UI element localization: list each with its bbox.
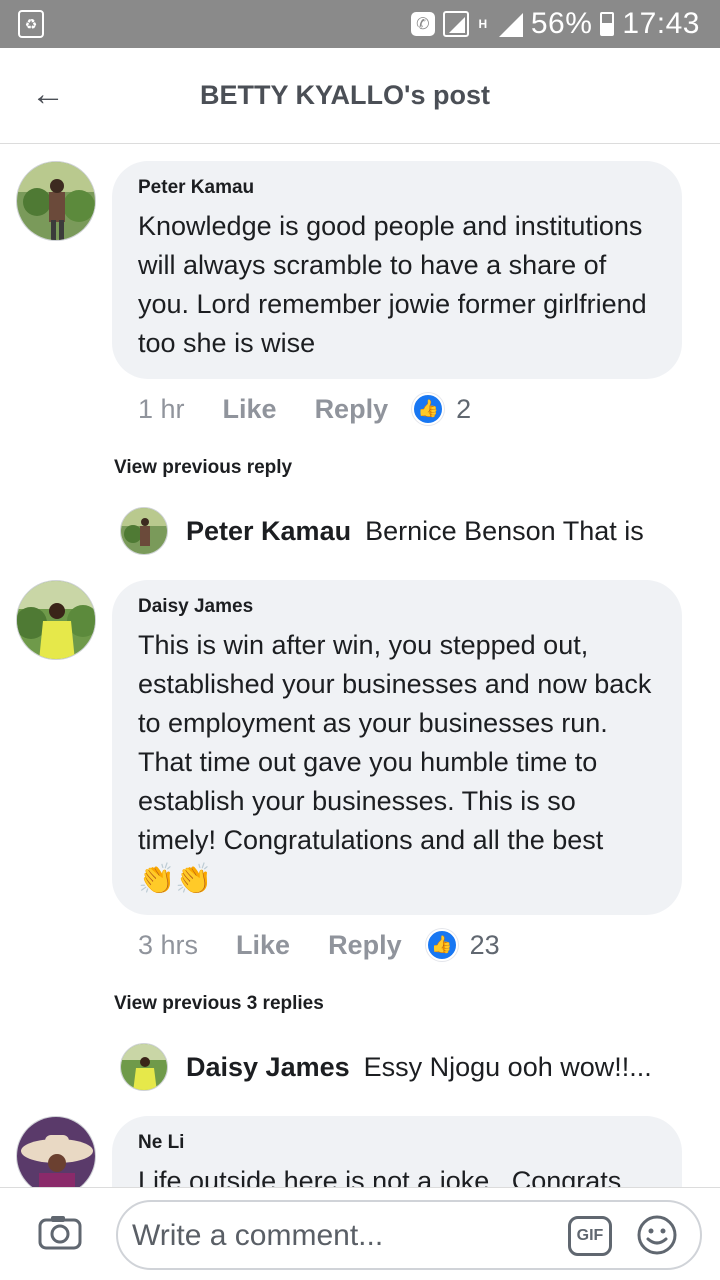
comment-bubble[interactable]: Ne Li Life outside here is not a joke . … [112, 1116, 682, 1187]
reply-author[interactable]: Peter Kamau [186, 516, 351, 547]
comment-input-container[interactable]: GIF [116, 1200, 702, 1270]
back-arrow-icon[interactable]: ← [28, 74, 68, 114]
clapping-hands-icon: 👏👏 [138, 863, 213, 896]
clock: 17:43 [622, 7, 700, 40]
avatar[interactable] [16, 161, 96, 241]
comment-actions: 1 hr Like Reply 👍 2 [138, 393, 471, 425]
reply-preview[interactable]: Peter Kamau Bernice Benson That is [120, 507, 644, 555]
comment-composer: GIF [0, 1187, 720, 1280]
emoji-icon[interactable] [636, 1214, 678, 1256]
comment-author[interactable]: Daisy James [138, 596, 656, 618]
status-icons: ✆ H 56% 17:43 [410, 0, 700, 48]
post-header: ← BETTY KYALLO's post [0, 48, 720, 144]
thumbs-up-icon[interactable]: 👍 [412, 393, 445, 425]
like-button[interactable]: Like [236, 930, 290, 961]
comment-text: This is win after win, you stepped out, … [138, 630, 652, 855]
battery-percent: 56% [530, 7, 593, 40]
reply-preview[interactable]: Daisy James Essy Njogu ooh wow!!... [120, 1043, 674, 1091]
comment-author[interactable]: Peter Kamau [138, 177, 656, 199]
cell-signal-icon [497, 11, 523, 37]
comment-author[interactable]: Ne Li [138, 1132, 656, 1154]
reply-text: Essy Njogu ooh wow!!... [363, 1051, 652, 1082]
like-count[interactable]: 2 [456, 394, 471, 425]
recycle-notification-icon: ♻ [18, 10, 44, 38]
reply-button[interactable]: Reply [328, 930, 402, 961]
comment-time: 3 hrs [138, 929, 199, 960]
comment-text: Knowledge is good people and institution… [138, 211, 647, 358]
view-previous-replies-link[interactable]: View previous reply [114, 457, 292, 479]
like-count[interactable]: 23 [470, 930, 500, 961]
signal-box-icon [442, 11, 469, 37]
avatar[interactable] [120, 1043, 168, 1091]
view-previous-replies-link[interactable]: View previous 3 replies [114, 993, 324, 1015]
page-title: BETTY KYALLO's post [200, 80, 490, 110]
avatar[interactable] [16, 1116, 96, 1187]
network-type-icon: H [478, 16, 488, 31]
thumbs-up-icon[interactable]: 👍 [425, 929, 458, 961]
comment-bubble[interactable]: Peter Kamau Knowledge is good people and… [112, 161, 682, 379]
gif-button[interactable]: GIF [568, 1216, 612, 1256]
battery-icon [600, 12, 615, 36]
like-button[interactable]: Like [223, 394, 277, 425]
avatar[interactable] [16, 580, 96, 660]
reply-author[interactable]: Daisy James [186, 1052, 350, 1083]
avatar[interactable] [120, 507, 168, 555]
reply-button[interactable]: Reply [315, 394, 389, 425]
reply-text: Bernice Benson That is [365, 515, 644, 546]
comment-bubble[interactable]: Daisy James This is win after win, you s… [112, 580, 682, 915]
phone-icon: ✆ [410, 12, 435, 36]
camera-icon[interactable] [38, 1214, 82, 1250]
comments-feed[interactable]: Peter Kamau Knowledge is good people and… [0, 145, 720, 1187]
comment-input[interactable] [132, 1214, 552, 1258]
comment-text: Life outside here is not a joke . Congra… [138, 1166, 622, 1187]
status-bar: ♻ ✆ H 56% 17:43 [0, 0, 720, 48]
comment-actions: 3 hrs Like Reply 👍 23 [138, 929, 500, 961]
comment-time: 1 hr [138, 393, 185, 424]
